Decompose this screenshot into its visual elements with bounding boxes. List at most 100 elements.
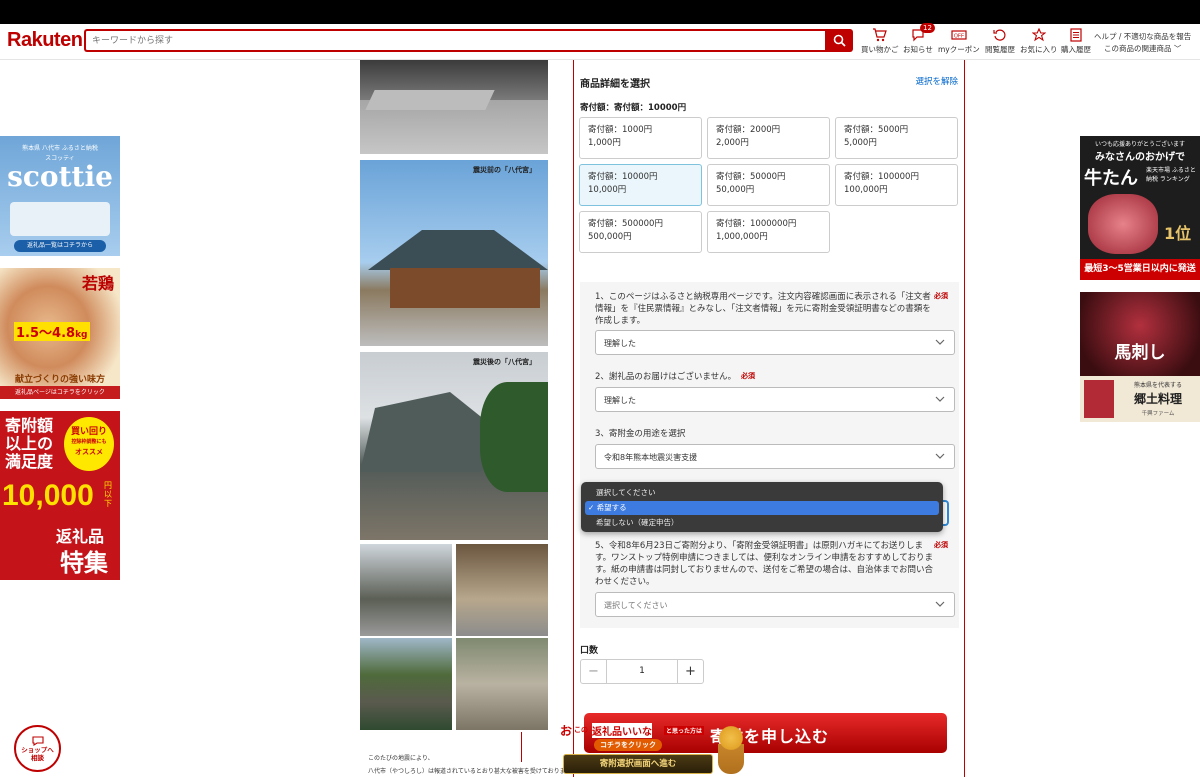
wakadori-title: 若鶏 bbox=[81, 274, 114, 293]
gyutan-ranking-banner[interactable]: いつも応援ありがとうございます みなさんのおかげで 牛たん 楽天市場 ふるさと納… bbox=[1080, 136, 1200, 280]
required-badge-5: 必須 bbox=[934, 541, 948, 549]
photo-damage-1 bbox=[360, 60, 548, 154]
nav-cart[interactable]: 買い物かご bbox=[861, 27, 899, 59]
quantity-stepper[interactable]: − 1 + bbox=[580, 659, 704, 684]
required-badge-2: 必須 bbox=[741, 372, 755, 380]
wakadori-cta: 返礼品ページはコチラをクリック bbox=[0, 386, 120, 399]
history-icon bbox=[992, 27, 1008, 43]
grid-photo-1 bbox=[360, 544, 452, 636]
quantity-value[interactable]: 1 bbox=[606, 660, 678, 683]
scottie-banner[interactable]: 熊本県 八代市 ふるさと納税 スコッティ scottie 返礼品一覧はコチラから bbox=[0, 136, 120, 256]
quantity-minus-button[interactable]: − bbox=[581, 660, 606, 683]
question-2: 2、謝礼品のお届けはございません。 bbox=[595, 372, 737, 382]
description-line-2: 八代市（やつしろし）は報道されているとおり甚大な被害を受けております。 bbox=[368, 768, 578, 775]
chevron-down-icon bbox=[935, 339, 945, 345]
question-1: 1、このページはふるさと納税専用ページです。注文内容確認画面に表示される「注文者… bbox=[595, 292, 931, 326]
question-3: 3、寄附金の用途を選択 bbox=[595, 429, 686, 439]
nav-purchase-history-label: 購入履歴 bbox=[1061, 45, 1091, 54]
nav-purchase-history[interactable]: 購入履歴 bbox=[1061, 27, 1091, 59]
basashi-maker: 千興ファーム bbox=[1141, 411, 1175, 417]
nav-notifications-label: お知らせ bbox=[903, 45, 933, 54]
basashi-main: 郷土料理 bbox=[1133, 392, 1182, 406]
gyutan-headline: みなさんのおかげで bbox=[1095, 152, 1185, 163]
mascot-image bbox=[718, 724, 744, 774]
related-products-link[interactable]: この商品の関連商品 ﹀ bbox=[1094, 43, 1191, 55]
nav-history-label: 閲覧履歴 bbox=[985, 45, 1015, 54]
amount-option-500000[interactable]: 寄付額：500000円 500,000円 bbox=[579, 211, 702, 253]
questions-box: 1、このページはふるさと納税専用ページです。注文内容確認画面に表示される「注文者… bbox=[580, 282, 959, 628]
search-button[interactable] bbox=[825, 29, 853, 52]
wakadori-weight: 1.5〜4.8kg bbox=[14, 322, 90, 341]
amount-option-1000000[interactable]: 寄付額：1000000円 1,000,000円 bbox=[707, 211, 830, 253]
question-1-select[interactable]: 理解した bbox=[595, 330, 955, 355]
promo-go-to-select-button[interactable]: 寄附選択画面へ進む bbox=[563, 754, 713, 774]
wakadori-banner[interactable]: 若鶏 1.5〜4.8kg 献立づくりの強い味方 返礼品ページはコチラをクリック bbox=[0, 268, 120, 399]
browser-top-bar bbox=[0, 0, 1200, 24]
nav-coupon[interactable]: OFF myクーポン bbox=[938, 27, 980, 59]
question-5-select[interactable]: 選択してください bbox=[595, 592, 955, 617]
amount-option-100000[interactable]: 寄付額：100000円 100,000円 bbox=[835, 164, 958, 206]
basashi-title: 馬刺し bbox=[1114, 343, 1166, 363]
question-4-dropdown[interactable]: 選択してください ✓ 希望する 希望しない（確定申告） bbox=[581, 482, 943, 532]
quantity-plus-button[interactable]: + bbox=[678, 660, 703, 683]
coupon-icon: OFF bbox=[951, 27, 967, 43]
required-badge-1: 必須 bbox=[934, 292, 948, 300]
photo-before-quake: 震災前の「八代宮」 bbox=[360, 160, 548, 346]
rakuten-logo[interactable]: Rakuten bbox=[7, 29, 83, 52]
help-report-link[interactable]: ヘルプ / 不適切な商品を報告 bbox=[1094, 31, 1191, 43]
wakadori-tagline: 献立づくりの強い味方 bbox=[14, 375, 105, 385]
shop-consult-button[interactable]: ショップへ 相談 bbox=[14, 725, 61, 772]
help-links[interactable]: ヘルプ / 不適切な商品を報告 この商品の関連商品 ﹀ bbox=[1094, 31, 1191, 55]
nav-notifications[interactable]: 12 お知らせ bbox=[903, 23, 935, 59]
kifu-badge: 買い回り 控除枠調整にも オススメ bbox=[64, 417, 114, 471]
svg-text:OFF: OFF bbox=[954, 34, 964, 40]
gyutan-name: 牛たん bbox=[1084, 168, 1138, 189]
kifu-amount: 10,000 bbox=[2, 479, 94, 512]
grid-photo-2 bbox=[456, 544, 548, 636]
star-icon bbox=[1031, 27, 1047, 43]
chat-icon bbox=[31, 735, 44, 746]
nav-history[interactable]: 閲覧履歴 bbox=[985, 27, 1015, 59]
nav-coupon-label: myクーポン bbox=[938, 45, 980, 54]
amount-option-50000[interactable]: 寄付額：50000円 50,000円 bbox=[707, 164, 830, 206]
scottie-cta: 返礼品一覧はコチラから bbox=[14, 240, 106, 252]
selected-amount: 寄付額：寄付額：10000円 bbox=[580, 103, 687, 113]
amount-option-10000[interactable]: 寄付額：10000円 10,000円 bbox=[579, 164, 702, 206]
quantity-label: 口数 bbox=[580, 646, 599, 656]
gyutan-image bbox=[1088, 194, 1158, 254]
chevron-down-icon bbox=[935, 453, 945, 459]
kifu-special-banner[interactable]: 寄附額 以上の 満足度 買い回り 控除枠調整にも オススメ 10,000 円以下 返礼品… bbox=[0, 411, 120, 580]
grid-photo-4 bbox=[456, 638, 548, 730]
nav-favorites[interactable]: お気に入り bbox=[1020, 27, 1058, 59]
basashi-image bbox=[1084, 380, 1114, 418]
grid-photo-3 bbox=[360, 638, 452, 730]
nav-cart-label: 買い物かご bbox=[861, 45, 899, 54]
caption-after: 震災後の「八代宮」 bbox=[473, 358, 536, 366]
clear-selection-link[interactable]: 選択を解除 bbox=[915, 75, 958, 87]
basashi-sub: 熊本県を代表する bbox=[1133, 382, 1182, 389]
kifu-text-top: 寄附額 以上の 満足度 bbox=[5, 416, 54, 471]
site-header: Rakuten 買い物かご 12 お知らせ OFF myクーポン 閲覧履歴 お気… bbox=[0, 23, 1200, 60]
question-3-select[interactable]: 令和8年熊本地震災害支援 bbox=[595, 444, 955, 469]
basashi-banner[interactable]: 馬刺し 熊本県を代表する 郷土料理 千興ファーム bbox=[1080, 292, 1200, 422]
gyutan-top: いつも応援ありがとうございます bbox=[1094, 141, 1185, 148]
photo-grid bbox=[360, 544, 548, 732]
scottie-product-image bbox=[10, 202, 110, 236]
notification-badge: 12 bbox=[920, 23, 935, 33]
panel-title: 商品詳細を選択 bbox=[580, 79, 650, 90]
chevron-down-icon bbox=[935, 601, 945, 607]
search-input[interactable] bbox=[84, 29, 826, 52]
promo-overlay[interactable]: お この 返礼品いいな と思った方は コチラをクリック 寄附選択画面へ進む bbox=[558, 722, 748, 777]
question-2-select[interactable]: 理解した bbox=[595, 387, 955, 412]
dropdown-option-no-request[interactable]: 希望しない（確定申告） bbox=[585, 516, 939, 530]
dropdown-option-placeholder[interactable]: 選択してください bbox=[585, 486, 939, 500]
dropdown-option-request[interactable]: ✓ 希望する bbox=[585, 501, 939, 515]
amount-option-5000[interactable]: 寄付額：5000円 5,000円 bbox=[835, 117, 958, 159]
kifu-yen: 円以下 bbox=[104, 481, 112, 508]
gyutan-shipping: 最短3〜5営業日以内に発送 bbox=[1080, 259, 1200, 280]
caption-before: 震災前の「八代宮」 bbox=[473, 166, 536, 174]
amount-option-2000[interactable]: 寄付額：2000円 2,000円 bbox=[707, 117, 830, 159]
bell-icon: 12 bbox=[910, 23, 935, 43]
receipt-icon bbox=[1068, 27, 1084, 43]
amount-option-1000[interactable]: 寄付額：1000円 1,000円 bbox=[579, 117, 702, 159]
